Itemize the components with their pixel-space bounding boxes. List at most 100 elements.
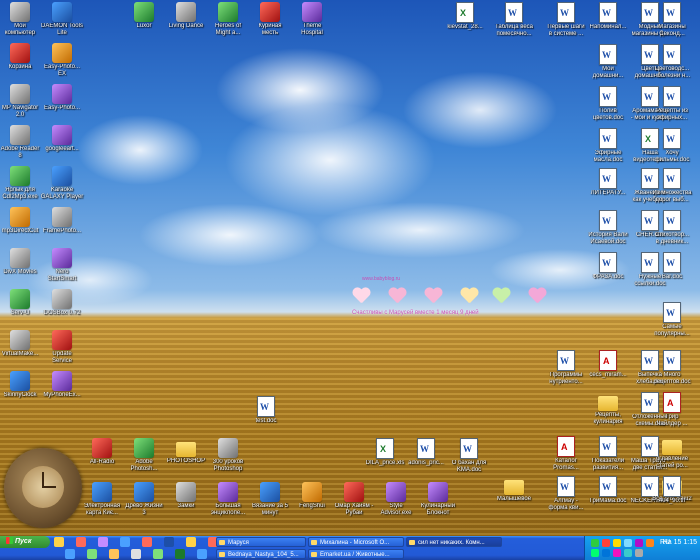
desktop-icon[interactable]: 300 уроков Photoshop — [200, 438, 256, 473]
tray-app-icon[interactable] — [591, 549, 599, 557]
desktop-icon[interactable]: О бахан для KMA.doc — [441, 438, 497, 474]
luxor-icon — [134, 2, 154, 22]
quick-launch-icon[interactable] — [87, 549, 97, 559]
quick-launch-icon[interactable] — [54, 537, 64, 547]
tray-app-icon[interactable] — [613, 549, 621, 557]
desktop-icon[interactable]: Хочу фильмы.doc — [644, 128, 700, 164]
tray-app-icon[interactable] — [602, 539, 610, 547]
desktop-icon[interactable]: kievstat_28... — [437, 2, 493, 31]
doc-icon — [663, 476, 681, 497]
tray-app-icon[interactable] — [635, 539, 643, 547]
quick-launch-icon[interactable] — [153, 549, 163, 559]
quick-launch-icon[interactable] — [197, 549, 207, 559]
quick-launch-icon[interactable] — [98, 537, 108, 547]
tray-app-icon[interactable] — [635, 549, 643, 557]
tray-app-icon[interactable] — [624, 539, 632, 547]
castles-icon — [176, 482, 196, 502]
desktop-icon[interactable]: Цветоводс... - болезни н... — [644, 44, 700, 80]
desktop-icon-label: 300 уроков Photoshop — [212, 459, 244, 472]
desktop-icon-label: Грир Чайлдер ... — [656, 414, 688, 427]
xls-icon — [376, 438, 394, 459]
desktop-icon[interactable]: Магазины Секонд... — [644, 2, 700, 38]
doc-icon — [599, 252, 617, 273]
taskbar: Пуск Маруся Bednaya_Nastya_104_5... Михали… — [0, 536, 700, 560]
desktop-icon-label: DOSBox 0.72 — [43, 310, 81, 316]
desktop-icon[interactable]: Рецепты из эфирных... — [644, 86, 700, 122]
desktop-icon-label: Магазины Секонд... — [658, 24, 686, 37]
desktop-icon[interactable]: Самые популярны... — [644, 302, 700, 338]
desktop-icon[interactable]: Easy-Photo... EX — [34, 43, 90, 78]
start-button[interactable]: Пуск — [0, 536, 50, 548]
clock-minute-hand — [42, 486, 56, 488]
desktop-icon[interactable]: оглавление статей ро... — [644, 436, 700, 470]
tray-app-icon[interactable] — [624, 549, 632, 557]
desktop-icon-label: Update Service — [51, 351, 72, 364]
desktop-icon-label: 404_90.tif — [658, 498, 686, 504]
dosbox-icon — [52, 289, 72, 309]
quick-launch-icon[interactable] — [76, 537, 86, 547]
desktop-icon[interactable]: googleeart... — [34, 125, 90, 153]
desktop-icon-label: Самые популярны... — [654, 324, 690, 337]
mp3directcut-icon — [10, 207, 30, 227]
desktop-icon-label: Theme Hospital — [301, 23, 323, 36]
skinnyclock-icon — [10, 371, 30, 391]
desktop-icon-label: Много рецептов.doc — [653, 372, 691, 385]
taskbar-button[interactable]: Bednaya_Nastya_104_5... — [216, 549, 306, 559]
desktop-icon-label: Nero StartSmart — [47, 269, 77, 282]
desktop-icon[interactable]: Стихотвор... в дневник... — [644, 210, 700, 246]
pdf-icon — [557, 436, 575, 457]
quick-launch-icon[interactable] — [109, 549, 119, 559]
tray-clock[interactable]: На 15 1:15 — [663, 539, 697, 546]
quick-launch-icon[interactable] — [65, 549, 75, 559]
taskbar-button[interactable]: сил нет никаких. Комн... — [406, 537, 502, 547]
quick-launch-icon[interactable] — [164, 537, 174, 547]
desktop-icon[interactable]: Bar.doc — [644, 252, 700, 281]
tray-date: На 15 — [662, 539, 682, 546]
desktop-icon[interactable]: 404_90.tif — [644, 476, 700, 505]
doc-icon — [557, 476, 575, 497]
desktop-icon[interactable]: Update Service — [34, 330, 90, 365]
quick-launch-icon[interactable] — [186, 537, 196, 547]
quick-launch-icon[interactable] — [120, 537, 130, 547]
desktop-icon[interactable]: DOSBox 0.72 — [34, 289, 90, 317]
babyblog-ticker: www.babyblog.ru Счастливы с Марусей вмес… — [352, 270, 552, 320]
tray-app-icon[interactable] — [646, 539, 654, 547]
adobe-reader-icon — [10, 125, 30, 145]
doc-icon — [663, 128, 681, 149]
desktop-icon[interactable]: Много рецептов.doc — [644, 350, 700, 386]
desktop-icon[interactable]: Из множества дорог выб... — [644, 168, 700, 204]
desktop-icon-label: Из множества дорог выб... — [652, 190, 692, 203]
framephoto-icon — [52, 207, 72, 227]
folder-icon — [662, 440, 682, 455]
desktop-icon[interactable]: Малышевое — [486, 476, 542, 503]
desktop-icon[interactable]: test.doc — [238, 396, 294, 425]
quick-launch-icon[interactable] — [142, 537, 152, 547]
clock-gadget[interactable] — [4, 448, 82, 528]
desktop-icon-label: MyPhoneEx... — [43, 392, 81, 398]
folder-icon — [598, 396, 618, 411]
desktop-icon[interactable]: Nero StartSmart — [34, 248, 90, 283]
taskbar-button[interactable]: Маруся — [216, 537, 306, 547]
quick-launch-icon[interactable] — [131, 549, 141, 559]
taskbar-button[interactable]: Михалина - Microsoft O... — [308, 537, 404, 547]
lessons-icon — [218, 438, 238, 458]
desktop-icon-label: Цветоводс... - болезни н... — [653, 66, 691, 79]
ticker-url: www.babyblog.ru — [362, 276, 401, 282]
tray-app-icon[interactable] — [591, 539, 599, 547]
desktop-icon[interactable]: Karaoke GALAXY Player — [34, 166, 90, 201]
quick-launch-icon[interactable] — [175, 549, 185, 559]
taskbar-button[interactable]: Emarket.ua / Животные... — [308, 549, 404, 559]
start-label: Пуск — [15, 538, 32, 545]
easy-photo-icon — [52, 43, 72, 63]
desktop-icon[interactable]: Грир Чайлдер ... — [644, 392, 700, 428]
doc-icon — [557, 2, 575, 23]
desktop-icon[interactable]: Кулинарный Блокнот — [410, 482, 466, 517]
desktop-icon[interactable]: FramePhoto... — [34, 207, 90, 235]
desktop-icon[interactable]: Таблица веса помесячно... — [486, 2, 542, 38]
desktop-icon[interactable]: DAEMON Tools Lite — [34, 2, 90, 37]
tray-app-icon[interactable] — [613, 539, 621, 547]
desktop-icon[interactable]: Easy-Photo... — [34, 84, 90, 112]
desktop-icon[interactable]: Theme Hospital — [284, 2, 340, 37]
desktop-icon[interactable]: MyPhoneEx... — [34, 371, 90, 399]
tray-app-icon[interactable] — [602, 549, 610, 557]
